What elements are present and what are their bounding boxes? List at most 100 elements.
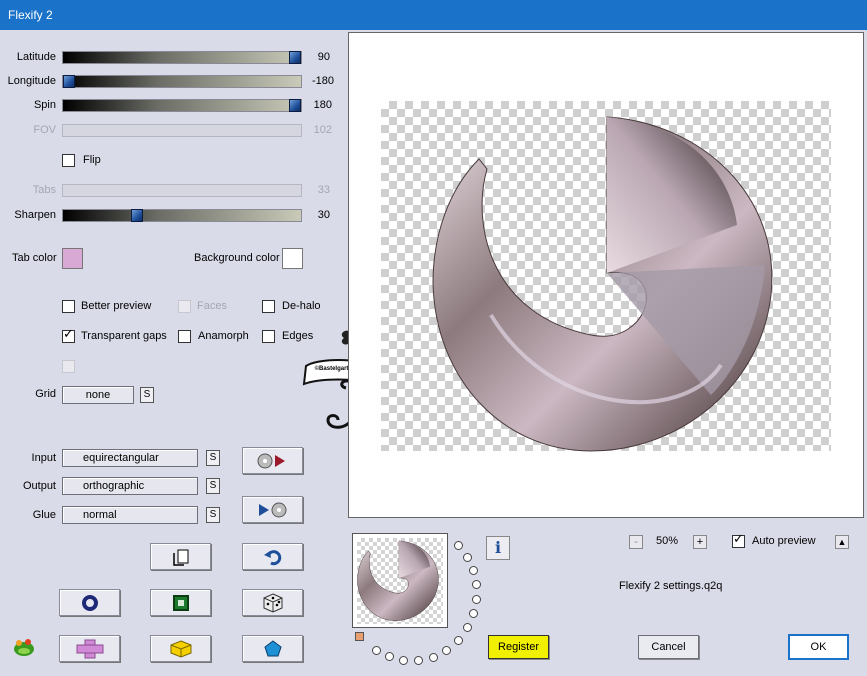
progress-dot [429, 653, 438, 662]
progress-dot [469, 609, 478, 618]
flip-label: Flip [83, 154, 101, 166]
output-s-button[interactable]: S [206, 478, 220, 494]
fov-slider [62, 124, 302, 137]
longitude-slider[interactable] [62, 75, 302, 88]
pentagon-button[interactable] [242, 635, 303, 662]
output-label: Output [22, 480, 56, 492]
tabs-value: 33 [317, 184, 330, 196]
longitude-slider-thumb[interactable] [63, 75, 75, 88]
undo-icon [263, 549, 281, 565]
logo [12, 636, 36, 661]
cancel-button[interactable]: Cancel [638, 635, 699, 659]
info-button[interactable]: i [486, 536, 510, 560]
tab-color-label: Tab color [12, 252, 57, 264]
better-preview-label: Better preview [81, 300, 152, 312]
transparent-gaps-checkbox[interactable]: ✓ [62, 327, 75, 343]
de-halo-checkbox[interactable] [262, 300, 275, 313]
fov-label: FOV [33, 124, 56, 136]
settings-filename: Flexify 2 settings.q2q [619, 580, 723, 592]
progress-dot [472, 595, 481, 604]
faces-checkbox [178, 300, 191, 313]
output-select[interactable]: orthographic [62, 477, 198, 495]
dice-icon [263, 592, 282, 613]
sharpen-label: Sharpen [14, 209, 56, 221]
square-button[interactable] [150, 589, 211, 616]
transparent-gaps-label: Transparent gaps [81, 330, 167, 342]
anamorph-label: Anamorph [198, 330, 249, 342]
zoom-in-button[interactable]: + [693, 535, 707, 549]
play-from-sphere-button[interactable] [242, 447, 303, 474]
grid-select[interactable]: none [62, 386, 134, 404]
preview-canvas[interactable] [348, 32, 864, 518]
play-to-sphere-button[interactable] [242, 496, 303, 523]
spin-value: 180 [313, 99, 332, 111]
better-preview-checkbox[interactable] [62, 300, 75, 313]
square-icon [172, 594, 189, 611]
checkmark-icon: ✓ [733, 532, 744, 547]
dice-button[interactable] [242, 589, 303, 616]
anamorph-checkbox[interactable] [178, 330, 191, 343]
cube-button[interactable] [150, 635, 211, 662]
glue-label: Glue [32, 509, 56, 521]
sharpen-slider-thumb[interactable] [131, 209, 143, 222]
background-color-swatch[interactable] [282, 248, 303, 269]
zoom-out-button[interactable]: - [629, 535, 643, 549]
play-from-sphere-icon [257, 453, 285, 468]
flip-checkbox[interactable] [62, 154, 75, 167]
checkmark-icon: ✓ [63, 327, 74, 342]
sharpen-value: 30 [317, 209, 330, 221]
spin-label: Spin [33, 99, 56, 111]
cross-button[interactable] [59, 635, 120, 662]
preview-image [432, 116, 773, 452]
spin-slider[interactable] [62, 99, 302, 112]
undo-button[interactable] [242, 543, 303, 570]
progress-dot [469, 566, 478, 575]
disabled-checkbox [62, 360, 75, 373]
ring-icon [81, 594, 98, 611]
progress-dot [414, 656, 423, 665]
progress-dot [385, 652, 394, 661]
pentagon-icon [263, 639, 282, 656]
latitude-slider[interactable] [62, 51, 302, 64]
frog-logo-icon [14, 639, 34, 656]
cross-icon [76, 639, 103, 658]
progress-dot [442, 646, 451, 655]
progress-dot [454, 541, 463, 550]
progress-dot [372, 646, 381, 655]
ring-button[interactable] [59, 589, 120, 616]
thumbnail-image [357, 540, 439, 621]
handle-marker[interactable] [355, 632, 364, 641]
tabs-slider [62, 184, 302, 197]
tab-color-swatch[interactable] [62, 248, 83, 269]
progress-dot [454, 636, 463, 645]
progress-dot [463, 623, 472, 632]
input-label: Input [31, 452, 56, 464]
tabs-label: Tabs [32, 184, 56, 196]
input-s-button[interactable]: S [206, 450, 220, 466]
fov-value: 102 [313, 124, 332, 136]
preview-thumbnail[interactable] [352, 533, 448, 628]
latitude-value: 90 [317, 51, 330, 63]
register-button[interactable]: Register [488, 635, 549, 659]
window-title: Flexify 2 [8, 8, 53, 22]
grid-label: Grid [35, 388, 56, 400]
input-select[interactable]: equirectangular [62, 449, 198, 467]
copy-button[interactable] [150, 543, 211, 570]
cube-icon [170, 639, 191, 658]
ok-button[interactable]: OK [789, 635, 848, 659]
grid-s-button[interactable]: S [140, 387, 154, 403]
glue-s-button[interactable]: S [206, 507, 220, 523]
edges-checkbox[interactable] [262, 330, 275, 343]
collapse-button[interactable]: ▲ [835, 535, 849, 549]
auto-preview-checkbox[interactable]: ✓ [732, 532, 745, 548]
copy-icon [172, 549, 188, 566]
latitude-label: Latitude [16, 51, 56, 63]
sharpen-slider[interactable] [62, 209, 302, 222]
longitude-value: -180 [311, 75, 334, 87]
faces-label: Faces [197, 300, 227, 312]
glue-select[interactable]: normal [62, 506, 198, 524]
de-halo-label: De-halo [282, 300, 321, 312]
progress-dot [463, 553, 472, 562]
zoom-value: 50% [656, 535, 679, 547]
title-bar: Flexify 2 [0, 0, 867, 30]
